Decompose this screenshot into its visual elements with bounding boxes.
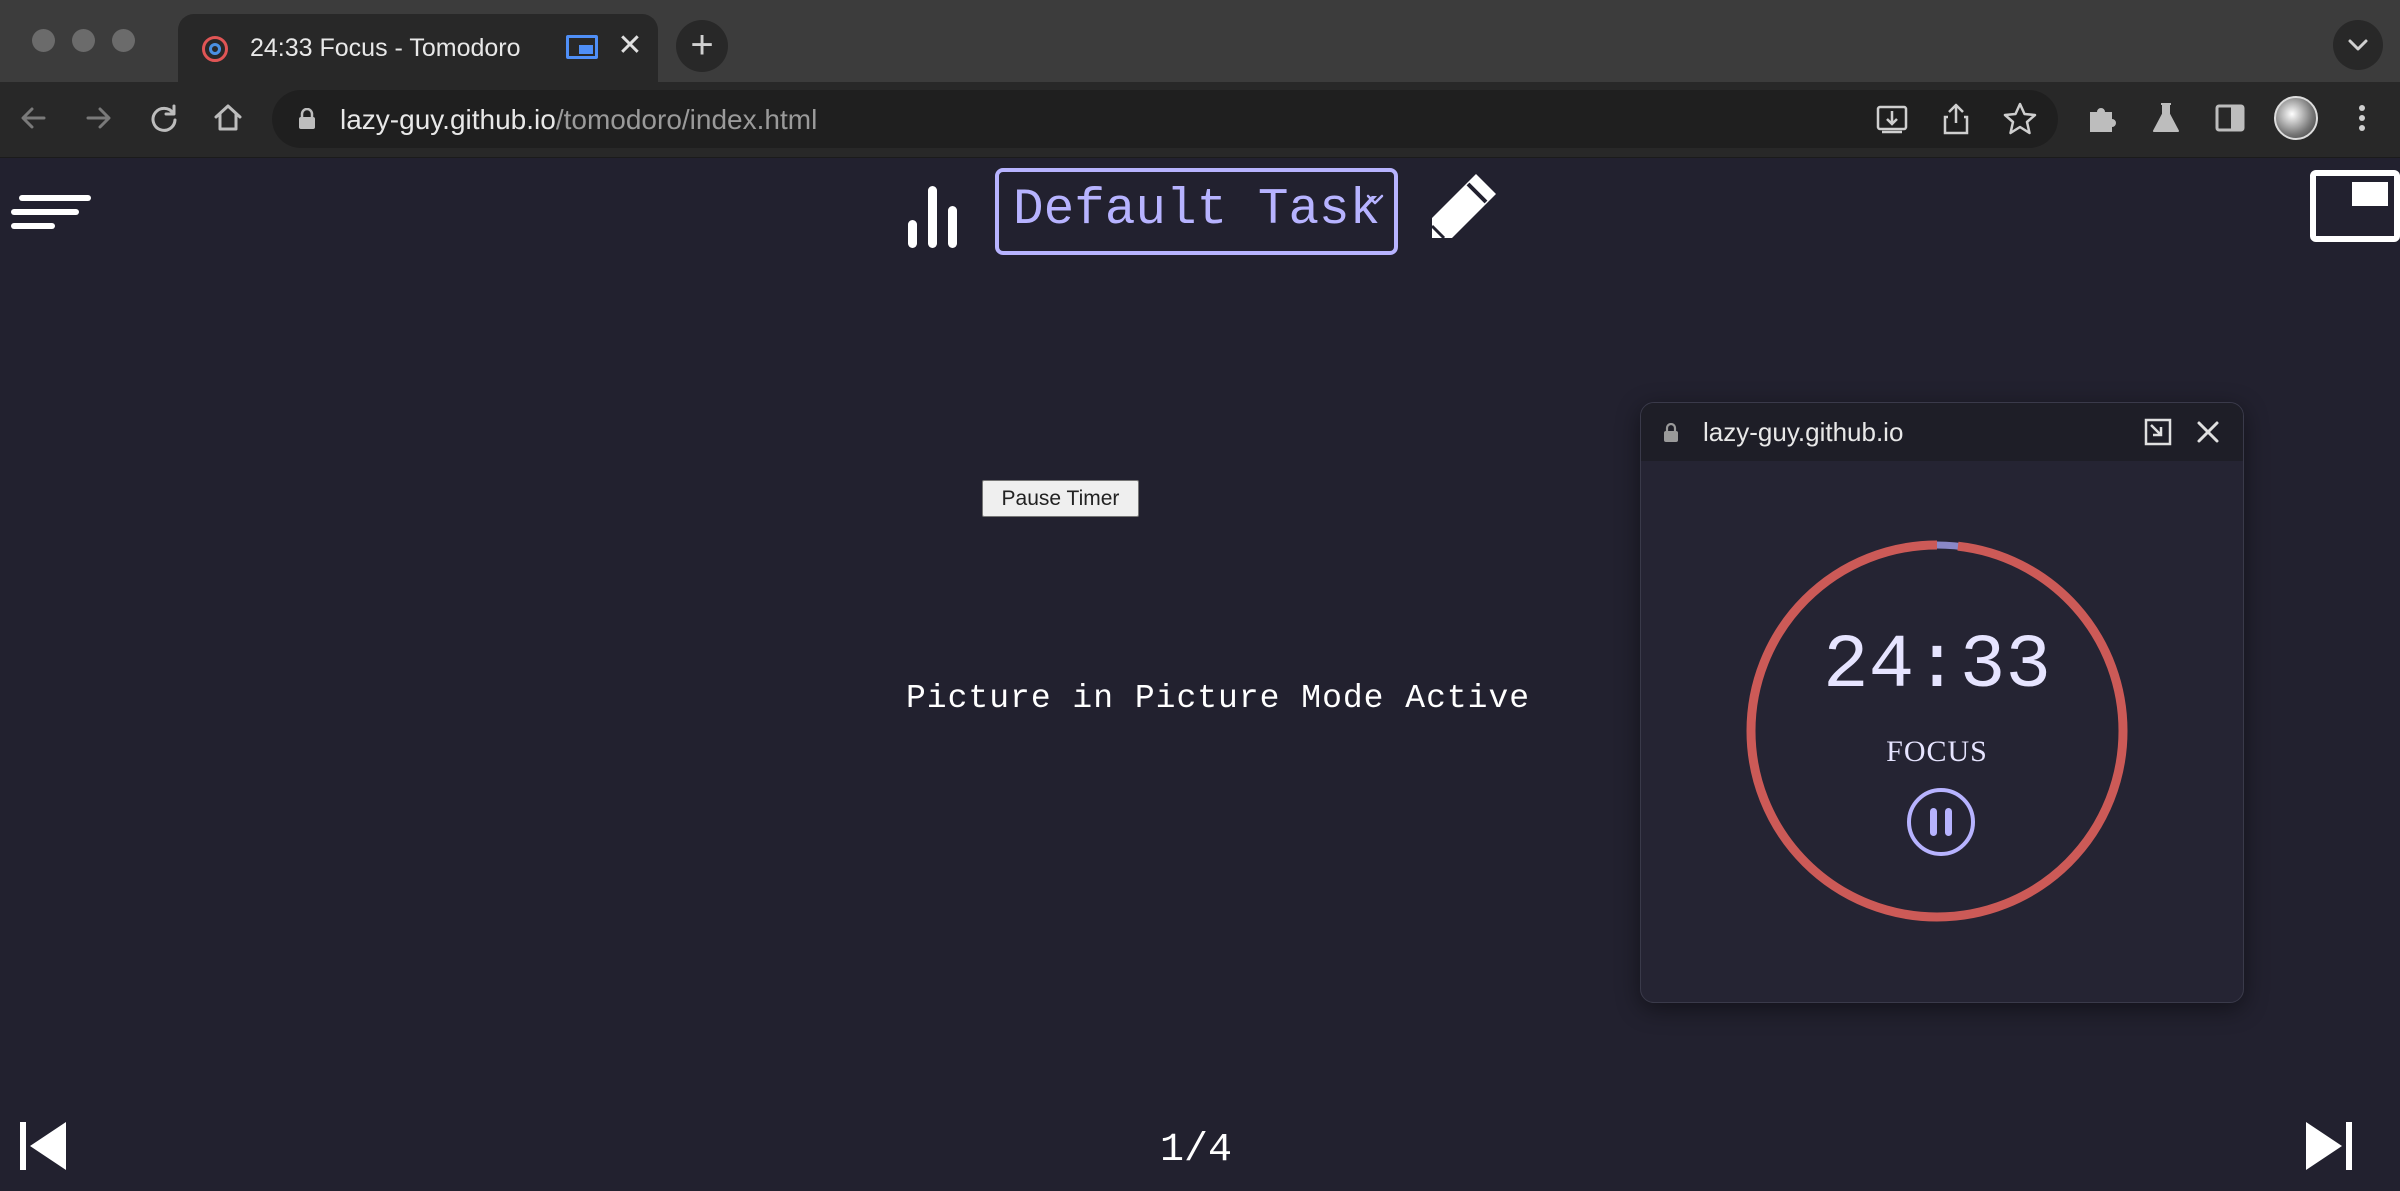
pip-mode-label: FOCUS <box>1886 735 1988 768</box>
page-counter: 1/4 <box>1160 1128 1233 1173</box>
url-host: lazy-guy.github.io <box>340 104 556 135</box>
profile-avatar[interactable] <box>2274 96 2318 140</box>
timer-progress-arc <box>1746 540 2128 922</box>
browser-toolbar: lazy-guy.github.io/tomodoro/index.html <box>0 82 2400 158</box>
skip-next-icon[interactable] <box>2300 1118 2356 1174</box>
lock-icon <box>299 108 315 129</box>
task-select[interactable]: Default Task <box>995 168 1398 255</box>
extensions-puzzle-icon[interactable] <box>2082 98 2122 138</box>
address-bar[interactable]: lazy-guy.github.io/tomodoro/index.html <box>272 90 2058 148</box>
back-arrow-icon[interactable] <box>12 96 56 140</box>
pause-icon[interactable] <box>1906 787 1976 857</box>
pip-mode-active-message: Picture in Picture Mode Active <box>906 680 1531 717</box>
reload-icon[interactable] <box>142 96 186 140</box>
home-icon[interactable] <box>206 96 250 140</box>
install-app-icon[interactable] <box>1872 99 1912 139</box>
pip-window: lazy-guy.github.io 24:33 FOCUS <box>1640 402 2244 1003</box>
pip-window-host: lazy-guy.github.io <box>1703 417 1904 447</box>
task-select-value: Default Task <box>1013 182 1381 239</box>
picture-in-picture-toggle-icon[interactable] <box>2310 170 2400 242</box>
labs-flask-icon[interactable] <box>2146 98 2186 138</box>
side-panel-icon[interactable] <box>2210 98 2250 138</box>
pause-timer-button[interactable]: Pause Timer <box>982 480 1139 517</box>
chevron-down-icon <box>2348 39 2368 51</box>
chevron-down-icon <box>1366 194 1384 205</box>
new-tab-button[interactable]: + <box>676 20 728 72</box>
timer-progress-ring <box>1746 540 2128 922</box>
back-to-tab-icon[interactable] <box>2143 417 2173 447</box>
pip-window-header: lazy-guy.github.io <box>1641 403 2243 461</box>
bookmark-star-icon[interactable] <box>2000 99 2040 139</box>
window-close-control[interactable] <box>32 29 55 52</box>
forward-arrow-icon[interactable] <box>76 96 120 140</box>
share-icon[interactable] <box>1936 99 1976 139</box>
window-minimize-control[interactable] <box>72 29 95 52</box>
lock-icon <box>1664 423 1678 442</box>
window-zoom-control[interactable] <box>112 29 135 52</box>
browser-tab-active[interactable]: 24:33 Focus - Tomodoro ✕ <box>178 14 658 82</box>
more-vertical-icon[interactable] <box>2342 98 2382 138</box>
url-text: lazy-guy.github.io/tomodoro/index.html <box>340 104 817 136</box>
tab-close-icon[interactable]: ✕ <box>612 28 648 64</box>
pip-close-icon[interactable] <box>2193 417 2223 447</box>
pip-timer-display: 24:33 <box>1822 623 2052 709</box>
url-path: /tomodoro/index.html <box>555 104 818 135</box>
tomodoro-favicon-icon <box>202 36 228 62</box>
browser-tabstrip: 24:33 Focus - Tomodoro ✕ + <box>0 0 2400 82</box>
skip-previous-icon[interactable] <box>16 1118 72 1174</box>
tab-title: 24:33 Focus - Tomodoro <box>250 34 521 62</box>
menu-icon[interactable] <box>10 194 92 234</box>
tab-search-button[interactable] <box>2333 20 2383 70</box>
stats-bar-chart-icon[interactable] <box>904 172 964 252</box>
pencil-edit-icon[interactable] <box>1422 168 1502 248</box>
picture-in-picture-indicator-icon <box>566 35 598 59</box>
